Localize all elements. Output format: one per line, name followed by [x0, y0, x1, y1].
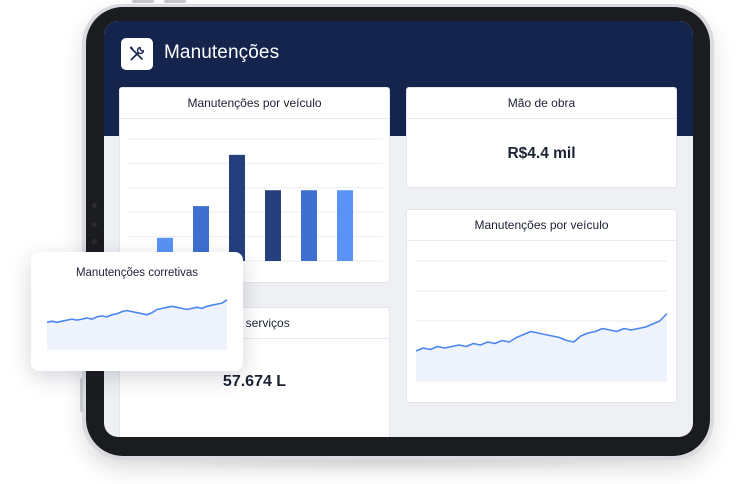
corrective-maintenance-card: Manutenções corretivas — [31, 252, 243, 371]
bar — [301, 190, 317, 261]
wrench-screwdriver-icon — [128, 45, 146, 63]
labor-cost-value: R$4.4 mil — [507, 145, 576, 162]
area-fill — [416, 313, 667, 381]
corrective-line-chart — [46, 299, 228, 350]
card-title: Mão de obra — [407, 88, 676, 119]
bar — [229, 154, 245, 261]
page-title: Manutenções — [164, 42, 280, 63]
card-title: Manutenções por veículo — [407, 210, 676, 241]
bar — [265, 190, 281, 261]
camera-dot — [92, 203, 97, 208]
line-chart — [415, 260, 668, 382]
labor-cost-card: Mão de obra R$4.4 mil — [406, 87, 677, 188]
device-side-button — [80, 378, 83, 412]
app-logo[interactable] — [121, 38, 153, 70]
device-button — [164, 0, 186, 3]
app-screen: Manutenções Manutenções por veículo Mão … — [104, 21, 693, 437]
device-button — [132, 0, 154, 3]
camera-dot — [92, 239, 97, 244]
vehicle-maintenance-line-card: Manutenções por veículo — [406, 209, 677, 403]
services-value: 57.674 L — [222, 373, 287, 390]
card-title: Manutenções por veículo — [120, 88, 389, 119]
camera-dot — [92, 222, 97, 227]
bar — [337, 190, 353, 261]
